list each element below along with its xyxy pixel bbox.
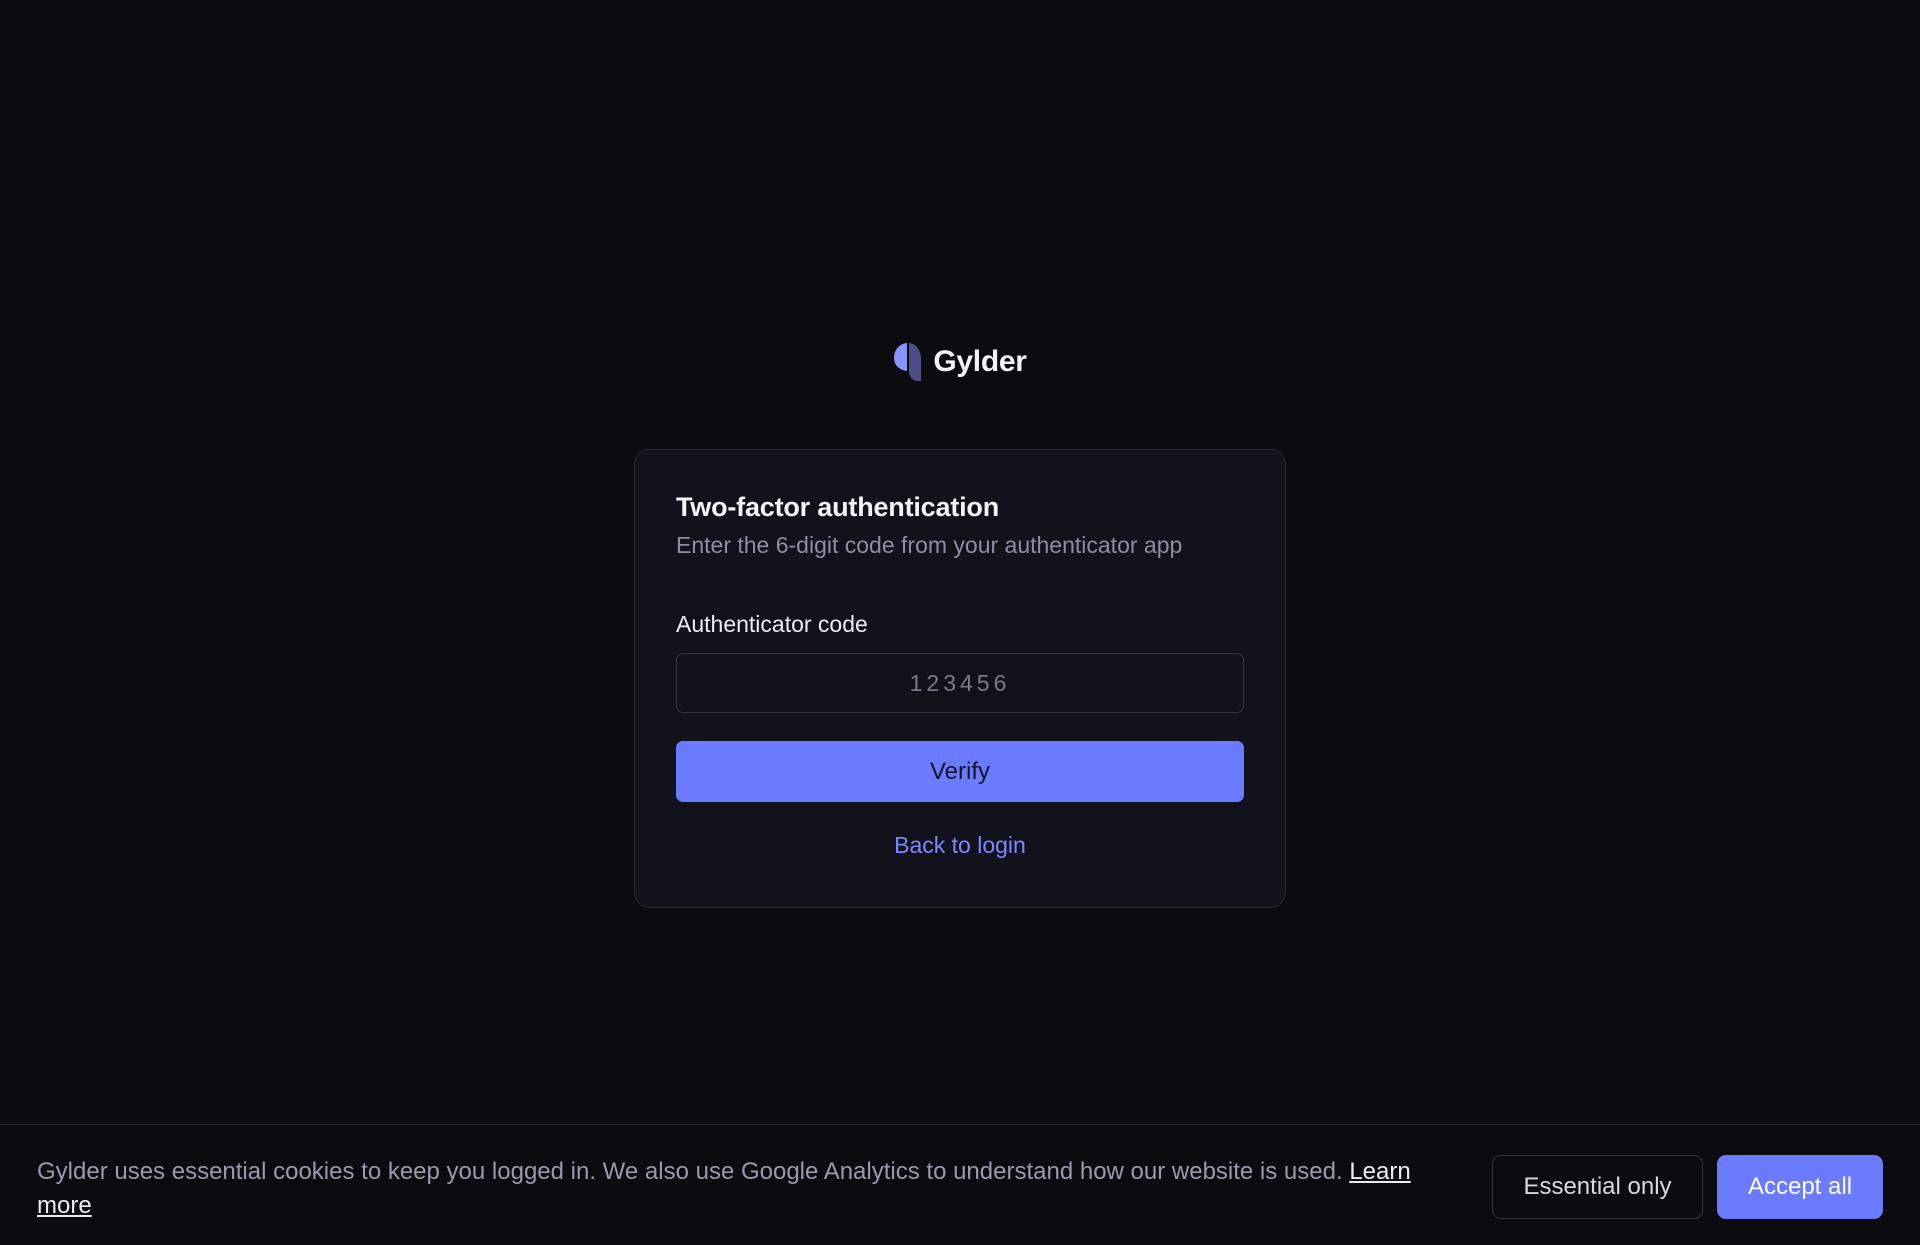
two-factor-card: Two-factor authentication Enter the 6-di…	[634, 449, 1286, 908]
accept-all-button[interactable]: Accept all	[1717, 1155, 1883, 1219]
verify-button[interactable]: Verify	[676, 741, 1244, 802]
authenticator-code-label: Authenticator code	[676, 611, 868, 637]
gylder-logo-icon	[894, 343, 922, 382]
cookie-banner-text: Gylder uses essential cookies to keep yo…	[37, 1155, 1467, 1223]
authenticator-code-input[interactable]	[676, 653, 1244, 713]
cookie-banner: Gylder uses essential cookies to keep yo…	[0, 1124, 1920, 1245]
cookie-message: Gylder uses essential cookies to keep yo…	[37, 1158, 1350, 1185]
brand-name: Gylder	[933, 345, 1027, 378]
card-title: Two-factor authentication	[676, 492, 999, 522]
two-factor-page: Gylder Two-factor authentication Enter t…	[0, 0, 1920, 1245]
brand-header: Gylder	[0, 341, 1920, 383]
back-to-login-link[interactable]: Back to login	[676, 832, 1244, 859]
card-subtitle: Enter the 6-digit code from your authent…	[676, 532, 1183, 558]
essential-only-button[interactable]: Essential only	[1492, 1155, 1703, 1219]
